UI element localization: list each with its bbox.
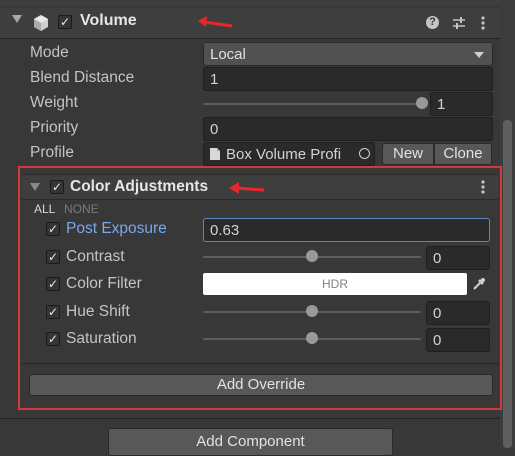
add-component-button[interactable]: Add Component: [108, 428, 393, 456]
saturation-override-checkbox[interactable]: ✓: [46, 332, 60, 346]
weight-label: Weight: [30, 94, 78, 111]
header-strip: [0, 0, 515, 6]
preset-icon[interactable]: [451, 15, 467, 31]
new-profile-button[interactable]: New: [382, 143, 434, 165]
annotation-arrow-icon: [229, 182, 265, 194]
hue-shift-label: Hue Shift: [66, 303, 130, 320]
color-adjustments-title: Color Adjustments: [70, 178, 209, 195]
hue-shift-override-checkbox[interactable]: ✓: [46, 305, 60, 319]
contrast-field[interactable]: 0: [426, 246, 490, 270]
clone-profile-button[interactable]: Clone: [434, 143, 492, 165]
blend-distance-field[interactable]: 1: [203, 67, 493, 91]
all-toggle[interactable]: ALL: [34, 202, 55, 216]
asset-icon: [210, 148, 220, 160]
volume-title: Volume: [80, 12, 137, 29]
color-adjustments-enabled-checkbox[interactable]: ✓: [50, 180, 64, 194]
cube-icon: [34, 15, 48, 31]
volume-enabled-checkbox[interactable]: ✓: [58, 15, 72, 29]
volume-header[interactable]: ✓ Volume ?: [0, 8, 500, 38]
none-toggle[interactable]: NONE: [64, 202, 99, 216]
post-exposure-label: Post Exposure: [66, 220, 167, 237]
override-bottom-divider: [22, 363, 498, 364]
color-filter-override-checkbox[interactable]: ✓: [46, 277, 60, 291]
priority-field[interactable]: 0: [203, 117, 493, 141]
override-more-options-icon[interactable]: [480, 179, 486, 195]
more-options-icon[interactable]: [480, 15, 486, 31]
hue-shift-field[interactable]: 0: [426, 301, 490, 325]
contrast-slider-thumb[interactable]: [306, 250, 318, 262]
chevron-down-icon: [474, 52, 484, 58]
header-divider: [0, 38, 500, 39]
saturation-label: Saturation: [66, 330, 137, 347]
mode-value: Local: [210, 46, 246, 63]
color-filter-label: Color Filter: [66, 275, 142, 292]
foldout-arrow-icon[interactable]: [12, 15, 22, 23]
annotation-arrow-icon: [198, 16, 233, 28]
contrast-label: Contrast: [66, 248, 125, 265]
scrollbar-thumb[interactable]: [503, 120, 512, 448]
hue-shift-slider-thumb[interactable]: [306, 305, 318, 317]
hdr-badge: HDR: [322, 277, 348, 291]
profile-object-field[interactable]: Box Volume Profi: [203, 142, 375, 166]
inspector-bottom-divider: [0, 418, 500, 419]
weight-slider-thumb[interactable]: [416, 97, 428, 109]
weight-slider-track[interactable]: [203, 103, 425, 105]
eyedropper-icon[interactable]: [471, 276, 487, 292]
add-override-button[interactable]: Add Override: [29, 374, 493, 396]
post-exposure-field[interactable]: 0.63: [203, 218, 490, 242]
post-exposure-override-checkbox[interactable]: ✓: [46, 222, 60, 236]
saturation-slider-thumb[interactable]: [306, 332, 318, 344]
priority-label: Priority: [30, 119, 79, 136]
object-picker-icon[interactable]: [359, 148, 370, 159]
mode-dropdown[interactable]: Local: [203, 42, 493, 66]
color-adjustments-header[interactable]: ✓ Color Adjustments: [22, 174, 498, 200]
color-filter-swatch[interactable]: HDR: [203, 273, 467, 295]
help-icon[interactable]: ?: [426, 16, 439, 29]
saturation-field[interactable]: 0: [426, 328, 490, 352]
mode-label: Mode: [30, 44, 69, 61]
override-foldout-arrow-icon[interactable]: [30, 183, 40, 191]
contrast-override-checkbox[interactable]: ✓: [46, 250, 60, 264]
blend-distance-label: Blend Distance: [30, 69, 135, 86]
weight-field[interactable]: 1: [430, 92, 493, 116]
profile-value: Box Volume Profi: [226, 146, 342, 163]
profile-label: Profile: [30, 144, 74, 161]
